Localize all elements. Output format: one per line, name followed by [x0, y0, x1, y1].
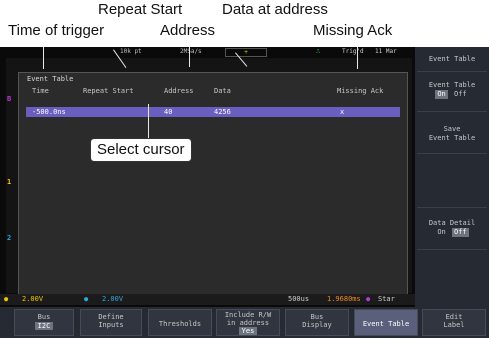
include-rw-button[interactable]: Include R/W in address Yes	[216, 309, 280, 336]
cell-data: 4256	[214, 108, 231, 116]
data-detail-off: Off	[452, 228, 469, 237]
annotation-missing-ack: Missing Ack	[313, 22, 393, 39]
ch2-indicator-icon: ●	[84, 295, 89, 303]
timebase: 500us	[288, 295, 310, 303]
event-table-panel: Event Table Time Repeat Start Address Da…	[18, 72, 408, 303]
event-table-off: Off	[454, 90, 467, 98]
ch1-indicator-icon: ●	[4, 295, 9, 303]
include-rw-value: Yes	[238, 327, 258, 335]
annotation-select-cursor: Select cursor	[90, 138, 192, 162]
side-menu: Event Table Event Table On Off Save Even…	[415, 47, 489, 307]
column-header-repeat-start: Repeat Start	[83, 87, 134, 95]
annotation-data-at-address: Data at address	[222, 1, 328, 18]
bus-indicator-icon: ●	[366, 295, 371, 303]
leader-address	[189, 47, 190, 67]
bus-button[interactable]: Bus I2C	[14, 309, 74, 336]
edit-label-button[interactable]: Edit Label	[422, 309, 486, 336]
event-table-toggle[interactable]: Event Table On Off	[417, 81, 487, 112]
sample-rate: 2MSa/s	[180, 48, 202, 55]
column-header-data: Data	[214, 87, 231, 95]
ch1-marker: 1	[7, 178, 12, 186]
column-header-missing-ack: Missing Ack	[337, 87, 384, 95]
acquire-state: Star	[378, 295, 395, 303]
bus-marker: B	[7, 95, 12, 103]
oscilloscope-display: 10k pt 2MSa/s + ⎍ Trig'd 11 Mar Event Ta…	[0, 47, 489, 338]
trigger-status: Trig'd	[342, 48, 364, 55]
table-row-selected[interactable]: -500.0ns 40 4256 x	[26, 107, 400, 117]
thresholds-button[interactable]: Thresholds	[148, 309, 212, 336]
cell-address: 40	[164, 108, 173, 116]
ch2-scale: 2.00V	[102, 295, 124, 303]
date: 11 Mar	[375, 48, 397, 55]
event-table-toggle-label: Event Table	[428, 81, 476, 89]
save-event-table-button[interactable]: Save Event Table	[417, 125, 487, 154]
data-detail-on: On	[437, 228, 446, 236]
ch1-scale: 2.00V	[22, 295, 44, 303]
annotation-address: Address	[160, 22, 216, 39]
ch2-marker: 2	[7, 234, 12, 242]
top-status-bar: 10k pt 2MSa/s + ⎍ Trig'd 11 Mar	[0, 47, 415, 57]
trigger-level: 1.9680ms	[327, 295, 361, 303]
cell-missing-ack: x	[340, 108, 345, 116]
side-menu-empty	[417, 167, 487, 208]
column-header-address: Address	[164, 87, 194, 95]
leader-missing-ack	[357, 47, 358, 69]
event-table-button[interactable]: Event Table	[354, 309, 418, 336]
bus-display-button[interactable]: Bus Display	[285, 309, 349, 336]
define-inputs-button[interactable]: Define Inputs	[80, 309, 142, 336]
bus-button-label: Bus	[37, 313, 51, 321]
include-rw-label: Include R/W in address	[224, 311, 272, 327]
event-table-title: Event Table	[27, 75, 74, 83]
column-header-time: Time	[32, 87, 49, 95]
trigger-position-icon: +	[225, 48, 267, 57]
data-detail-toggle[interactable]: Data Detail On Off	[417, 219, 487, 250]
bus-type-value: I2C	[34, 322, 54, 330]
waveform-area: Event Table Time Repeat Start Address Da…	[6, 58, 412, 303]
record-length: 10k pt	[120, 48, 142, 55]
cell-time: -500.0ns	[32, 108, 66, 116]
leader-time-of-trigger	[43, 47, 44, 69]
channel-status-bar: ● 2.00V ● 2.00V 500us 1.9680ms ● Star	[0, 294, 415, 305]
annotation-repeat-start: Repeat Start	[98, 1, 183, 18]
side-menu-title: Event Table	[417, 55, 487, 72]
data-detail-label: Data Detail	[428, 219, 476, 227]
leader-select-cursor	[148, 104, 149, 141]
event-table-on: On	[435, 90, 448, 99]
bottom-menu: Bus I2C Define Inputs Thresholds Include…	[0, 307, 489, 338]
trigger-edge-icon: ⎍	[316, 48, 321, 55]
annotation-time-of-trigger: Time of trigger	[8, 22, 105, 39]
